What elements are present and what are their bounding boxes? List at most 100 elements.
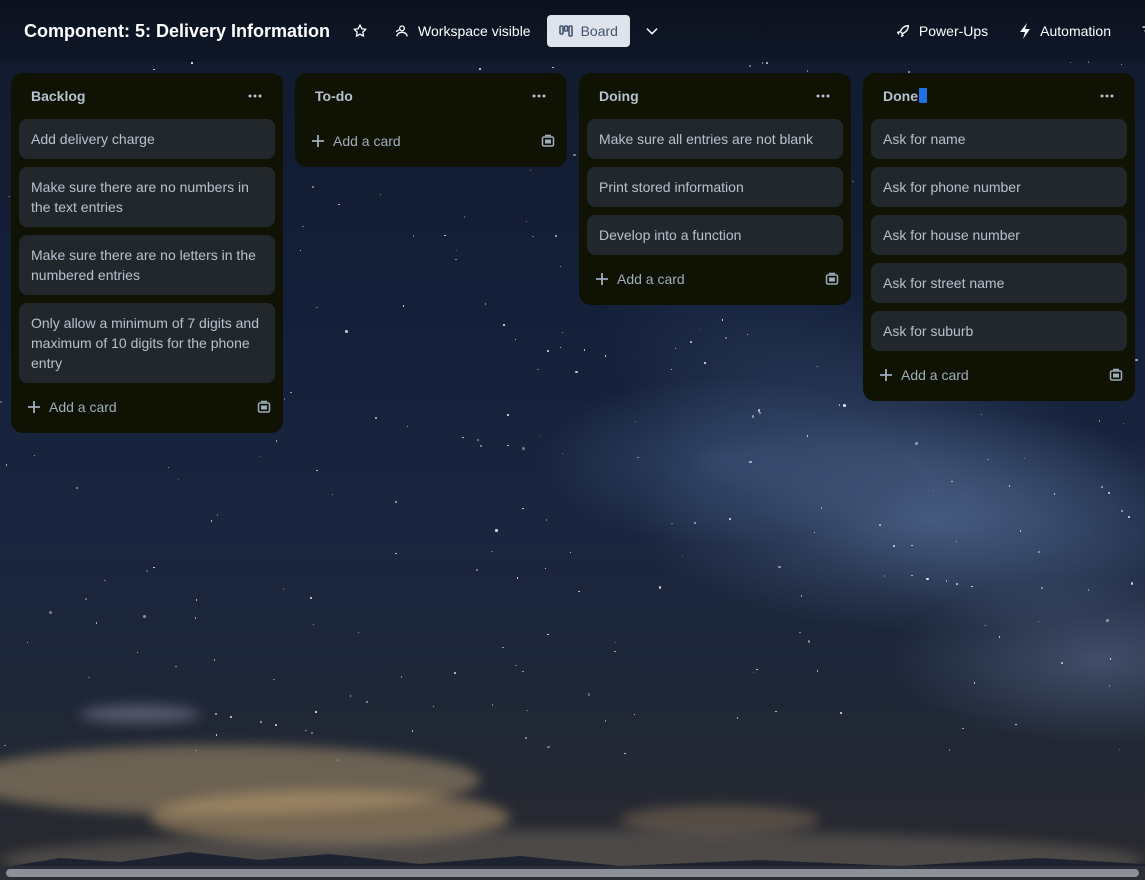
star-dot bbox=[522, 670, 524, 673]
star-dot bbox=[575, 370, 578, 374]
card[interactable]: Print stored information bbox=[587, 167, 843, 207]
board-view-button[interactable]: Board bbox=[546, 15, 630, 47]
template-icon[interactable] bbox=[825, 272, 839, 286]
star-dot bbox=[507, 414, 509, 416]
star-dot bbox=[143, 615, 146, 618]
list-title[interactable]: Doing bbox=[599, 88, 639, 104]
star-dot bbox=[4, 744, 6, 747]
filter-button[interactable] bbox=[1133, 15, 1145, 47]
card[interactable]: Develop into a function bbox=[587, 215, 843, 255]
card[interactable]: Make sure there are no numbers in the te… bbox=[19, 167, 275, 227]
star-dot bbox=[153, 566, 155, 569]
star-dot bbox=[8, 195, 10, 198]
star-dot bbox=[309, 596, 313, 600]
board-title[interactable]: Component: 5: Delivery Information bbox=[24, 21, 330, 42]
star-dot bbox=[463, 216, 466, 218]
star-dot bbox=[587, 693, 591, 696]
list-title[interactable]: Done bbox=[883, 88, 927, 104]
more-icon[interactable] bbox=[1091, 80, 1123, 112]
star-dot bbox=[477, 439, 479, 441]
scrollbar-thumb[interactable] bbox=[6, 869, 1139, 877]
star-dot bbox=[840, 712, 842, 714]
more-icon[interactable] bbox=[807, 80, 839, 112]
star-button[interactable] bbox=[344, 15, 376, 47]
card[interactable]: Make sure all entries are not blank bbox=[587, 119, 843, 159]
list-header: Backlog bbox=[19, 73, 275, 119]
more-icon[interactable] bbox=[239, 80, 271, 112]
add-card-label: Add a card bbox=[901, 367, 969, 383]
list-header: Doing bbox=[587, 73, 843, 119]
star-dot bbox=[213, 659, 216, 661]
add-card-button[interactable]: Add a card bbox=[27, 399, 117, 415]
star-dot bbox=[813, 531, 816, 534]
list-title[interactable]: Backlog bbox=[31, 88, 85, 104]
horizontal-scrollbar[interactable] bbox=[0, 866, 1145, 880]
card[interactable]: Ask for suburb bbox=[871, 311, 1127, 351]
star-dot bbox=[704, 362, 706, 364]
template-icon[interactable] bbox=[257, 400, 271, 414]
add-card-row: Add a card bbox=[871, 357, 1127, 393]
powerups-label: Power-Ups bbox=[918, 23, 989, 39]
star-dot bbox=[694, 522, 696, 524]
card[interactable]: Only allow a minimum of 7 digits and max… bbox=[19, 303, 275, 383]
star-dot bbox=[852, 180, 854, 183]
card[interactable]: Add delivery charge bbox=[19, 119, 275, 159]
star-dot bbox=[1023, 457, 1026, 460]
add-card-button[interactable]: Add a card bbox=[879, 367, 969, 383]
card[interactable]: Ask for house number bbox=[871, 215, 1127, 255]
more-icon[interactable] bbox=[523, 80, 555, 112]
star-dot bbox=[806, 435, 809, 437]
star-dot bbox=[674, 347, 677, 350]
list-doing: Doing Make sure all entries are not blan… bbox=[579, 73, 851, 305]
star-dot bbox=[751, 415, 755, 418]
template-icon[interactable] bbox=[1109, 368, 1123, 382]
star-dot bbox=[215, 713, 217, 715]
lightning-icon bbox=[1018, 23, 1032, 39]
star-dot bbox=[316, 306, 318, 309]
star-dot bbox=[357, 631, 360, 634]
star-dot bbox=[955, 540, 958, 543]
star-dot bbox=[559, 265, 562, 268]
star-dot bbox=[230, 716, 232, 718]
star-dot bbox=[537, 368, 539, 371]
add-card-row: Add a card bbox=[19, 389, 275, 425]
star-dot bbox=[526, 709, 528, 712]
star-dot bbox=[1128, 516, 1130, 518]
template-icon[interactable] bbox=[541, 134, 555, 148]
star-dot bbox=[49, 611, 52, 614]
star-dot bbox=[507, 444, 509, 447]
view-switcher-button[interactable] bbox=[636, 15, 668, 47]
star-dot bbox=[495, 529, 498, 532]
list-title-text: Done bbox=[883, 88, 918, 104]
card[interactable]: Ask for name bbox=[871, 119, 1127, 159]
star-dot bbox=[400, 676, 403, 678]
star-dot bbox=[516, 577, 519, 579]
star-dot bbox=[883, 575, 886, 577]
star-dot bbox=[275, 440, 278, 442]
star-dot bbox=[547, 633, 549, 636]
add-card-button[interactable]: Add a card bbox=[311, 133, 401, 149]
star-dot bbox=[525, 220, 528, 223]
star-dot bbox=[658, 586, 662, 589]
automation-button[interactable]: Automation bbox=[1010, 15, 1119, 47]
star-dot bbox=[1037, 620, 1040, 623]
list-title[interactable]: To-do bbox=[315, 88, 353, 104]
star-dot bbox=[444, 234, 446, 237]
text-cursor bbox=[919, 88, 927, 103]
star-dot bbox=[480, 445, 482, 447]
star-dot bbox=[136, 651, 139, 654]
card[interactable]: Make sure there are no letters in the nu… bbox=[19, 235, 275, 295]
powerups-button[interactable]: Power-Ups bbox=[887, 15, 996, 47]
card[interactable]: Ask for phone number bbox=[871, 167, 1127, 207]
star-dot bbox=[690, 341, 692, 343]
star-dot bbox=[578, 590, 580, 593]
add-card-button[interactable]: Add a card bbox=[595, 271, 685, 287]
star-dot bbox=[275, 724, 277, 726]
star-dot bbox=[604, 355, 607, 357]
star-dot bbox=[522, 507, 524, 510]
star-dot bbox=[721, 319, 724, 321]
star-dot bbox=[26, 641, 29, 644]
card[interactable]: Ask for street name bbox=[871, 263, 1127, 303]
workspace-visibility-button[interactable]: Workspace visible bbox=[386, 15, 539, 47]
star-dot bbox=[604, 720, 607, 722]
